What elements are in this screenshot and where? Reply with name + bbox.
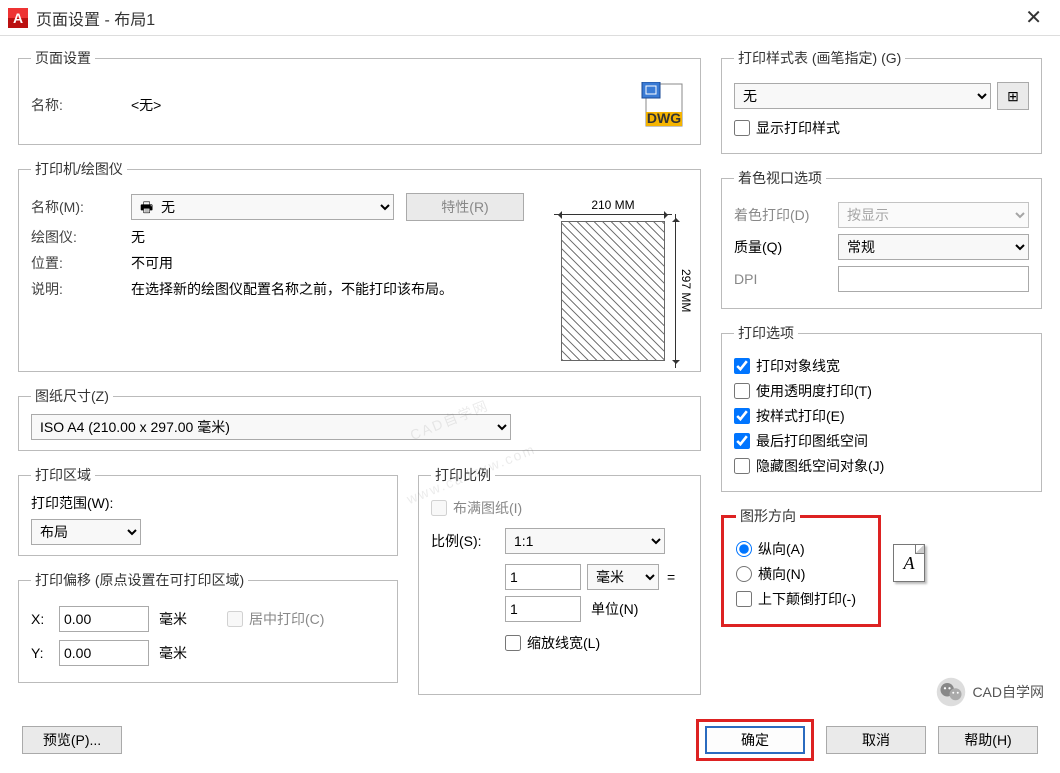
cancel-button[interactable]: 取消 — [826, 726, 926, 754]
plotter-label: 绘图仪: — [31, 227, 131, 247]
options-legend: 打印选项 — [734, 323, 798, 343]
plot-style-legend: 打印样式表 (画笔指定) (G) — [734, 48, 905, 68]
x-input[interactable] — [59, 606, 149, 632]
paper-size-group: 图纸尺寸(Z) ISO A4 (210.00 x 297.00 毫米) — [18, 386, 701, 451]
print-scale-legend: 打印比例 — [431, 465, 495, 485]
printer-group: 打印机/绘图仪 名称(M): 🖶 无 特性(R) 绘图仪: 无 — [18, 159, 701, 372]
opt-trans-checkbox[interactable] — [734, 383, 750, 399]
print-area-group: 打印区域 打印范围(W): 布局 — [18, 465, 398, 556]
y-input[interactable] — [59, 640, 149, 666]
location-value: 不可用 — [131, 253, 173, 273]
ok-button[interactable]: 确定 — [705, 726, 805, 754]
plot-style-select[interactable]: 无 — [734, 83, 991, 109]
x-label: X: — [31, 611, 59, 627]
opt-hide-label: 隐藏图纸空间对象(J) — [756, 456, 884, 476]
range-select[interactable]: 布局 — [31, 519, 141, 545]
wechat-badge-label: CAD自学网 — [972, 682, 1044, 702]
equals-label: = — [667, 569, 675, 585]
dwg-icon: DWG — [640, 82, 688, 128]
scale-lw-checkbox[interactable] — [505, 635, 521, 651]
center-label: 居中打印(C) — [249, 609, 324, 629]
shade-legend: 着色视口选项 — [734, 168, 826, 188]
name-label: 名称: — [31, 95, 131, 115]
opt-lw-checkbox[interactable] — [734, 358, 750, 374]
offset-legend: 打印偏移 (原点设置在可打印区域) — [31, 570, 248, 590]
shade-print-label: 着色打印(D) — [734, 205, 838, 225]
range-label: 打印范围(W): — [31, 493, 385, 513]
opt-style-checkbox[interactable] — [734, 408, 750, 424]
paper-height-label: 297 MM — [679, 269, 693, 312]
location-label: 位置: — [31, 253, 131, 273]
upside-label: 上下颠倒打印(-) — [758, 589, 856, 609]
paper-width-label: 210 MM — [562, 198, 664, 212]
wechat-badge: CAD自学网 — [928, 673, 1052, 711]
scale-select[interactable]: 1:1 — [505, 528, 665, 554]
show-style-label: 显示打印样式 — [756, 118, 840, 138]
dpi-input — [838, 266, 1029, 292]
desc-value: 在选择新的绘图仪配置名称之前，不能打印该布局。 — [131, 279, 461, 299]
app-icon: A — [8, 8, 28, 28]
print-scale-group: 打印比例 布满图纸(I) 比例(S): 1:1 毫米 = — [418, 465, 701, 695]
unit2-label: 单位(N) — [591, 599, 638, 619]
portrait-radio[interactable] — [736, 541, 752, 557]
x-unit: 毫米 — [159, 609, 187, 629]
plot-style-group: 打印样式表 (画笔指定) (G) 无 ⊞ 显示打印样式 — [721, 48, 1042, 154]
title-bar: A 页面设置 - 布局1 ✕ — [0, 0, 1060, 36]
opt-trans-label: 使用透明度打印(T) — [756, 381, 872, 401]
portrait-label: 纵向(A) — [758, 539, 805, 559]
close-button[interactable]: ✕ — [1017, 1, 1050, 34]
show-style-checkbox[interactable] — [734, 120, 750, 136]
paper-size-select[interactable]: ISO A4 (210.00 x 297.00 毫米) — [31, 414, 511, 440]
unit2-input[interactable] — [505, 596, 581, 622]
print-area-legend: 打印区域 — [31, 465, 95, 485]
scale-label: 比例(S): — [431, 531, 505, 551]
orientation-legend: 图形方向 — [736, 506, 800, 526]
upside-checkbox[interactable] — [736, 591, 752, 607]
page-setup-group: 页面设置 名称: <无> DWG — [18, 48, 701, 145]
properties-button[interactable]: 特性(R) — [406, 193, 524, 221]
help-button[interactable]: 帮助(H) — [938, 726, 1038, 754]
options-group: 打印选项 打印对象线宽 使用透明度打印(T) 按样式打印(E) 最后打印图纸空间… — [721, 323, 1042, 492]
fit-checkbox — [431, 500, 447, 516]
opt-style-label: 按样式打印(E) — [756, 406, 845, 426]
y-label: Y: — [31, 645, 59, 661]
opt-last-checkbox[interactable] — [734, 433, 750, 449]
name-value: <无> — [131, 95, 640, 115]
plot-style-edit-button[interactable]: ⊞ — [997, 82, 1029, 110]
center-checkbox — [227, 611, 243, 627]
landscape-radio[interactable] — [736, 566, 752, 582]
unit1-select[interactable]: 毫米 — [587, 564, 659, 590]
orientation-group: 图形方向 纵向(A) 横向(N) 上下颠倒打印(-) — [721, 506, 881, 627]
plotter-value: 无 — [131, 227, 145, 247]
y-unit: 毫米 — [159, 643, 187, 663]
unit1-input[interactable] — [505, 564, 581, 590]
landscape-label: 横向(N) — [758, 564, 805, 584]
shade-group: 着色视口选项 着色打印(D) 按显示 质量(Q) 常规 DPI — [721, 168, 1042, 309]
window-title: 页面设置 - 布局1 — [36, 6, 155, 30]
quality-label: 质量(Q) — [734, 237, 838, 257]
opt-lw-label: 打印对象线宽 — [756, 356, 840, 376]
orientation-icon: A — [893, 544, 925, 582]
offset-group: 打印偏移 (原点设置在可打印区域) X: 毫米 居中打印(C) Y: 毫米 — [18, 570, 398, 683]
opt-hide-checkbox[interactable] — [734, 458, 750, 474]
printer-name-label: 名称(M): — [31, 197, 131, 217]
svg-text:DWG: DWG — [647, 110, 681, 126]
desc-label: 说明: — [31, 279, 131, 299]
printer-name-select[interactable]: 🖶 无 — [131, 194, 394, 220]
preview-button[interactable]: 预览(P)... — [22, 726, 122, 754]
paper-size-legend: 图纸尺寸(Z) — [31, 386, 113, 406]
opt-last-label: 最后打印图纸空间 — [756, 431, 868, 451]
printer-legend: 打印机/绘图仪 — [31, 159, 127, 179]
shade-print-select: 按显示 — [838, 202, 1029, 228]
quality-select[interactable]: 常规 — [838, 234, 1029, 260]
dpi-label: DPI — [734, 271, 838, 287]
paper-preview: 210 MM 297 MM — [561, 221, 665, 361]
fit-label: 布满图纸(I) — [453, 498, 522, 518]
scale-lw-label: 缩放线宽(L) — [527, 633, 600, 653]
page-setup-legend: 页面设置 — [31, 48, 95, 68]
